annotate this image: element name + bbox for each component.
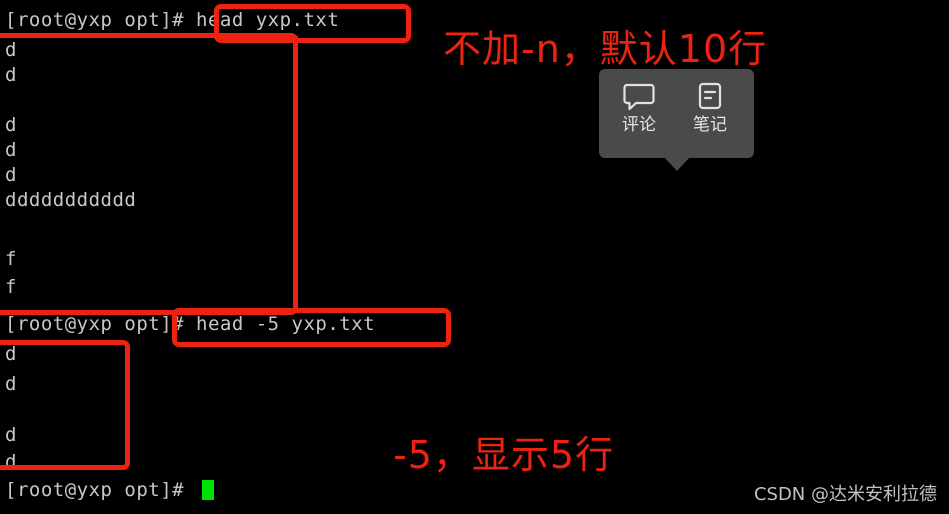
output1-line-4: d: [5, 114, 17, 136]
prompt-3: [root@yxp opt]#: [5, 479, 197, 501]
csdn-watermark: CSDN @达米安利拉德: [753, 484, 937, 505]
terminal-prompt-line-2: [root@yxp opt]# head -5 yxp.txt: [5, 312, 375, 337]
terminal-prompt-line-3: [root@yxp opt]#: [5, 478, 215, 503]
popup-comment-button[interactable]: 评论: [606, 79, 672, 135]
prompt-2: [root@yxp opt]#: [5, 313, 197, 335]
csdn-popup-toolbar[interactable]: 评论 笔记: [599, 69, 754, 171]
popup-note-label: 笔记: [693, 115, 727, 135]
output1-line-9: f: [5, 248, 17, 270]
output1-line-6: d: [5, 164, 17, 186]
terminal-cursor: [202, 480, 215, 500]
popup-note-button[interactable]: 笔记: [677, 79, 743, 135]
output1-line-2: d: [5, 64, 17, 86]
output2-line-5: d: [5, 451, 17, 473]
output2-line-4: d: [5, 424, 17, 446]
output1-line-10: f: [5, 276, 17, 298]
caption-bottom: -5，显示5行: [393, 433, 615, 477]
output1-line-5: d: [5, 139, 17, 161]
terminal-prompt-line-1: [root@yxp opt]# head yxp.txt: [5, 8, 339, 33]
output1-line-1: d: [5, 39, 17, 61]
terminal-screenshot: [root@yxp opt]# head yxp.txt [root@yxp o…: [0, 0, 949, 514]
prompt-1: [root@yxp opt]#: [5, 9, 197, 31]
command-2: head -5 yxp.txt: [196, 313, 376, 335]
caption-top: 不加-n，默认10行: [443, 27, 768, 71]
popup-comment-label: 评论: [622, 115, 656, 135]
output2-line-1: d: [5, 343, 17, 365]
popup-arrow-icon: [663, 157, 690, 171]
output1-line-7: ddddddddddd: [5, 189, 137, 211]
speech-bubble-icon: [606, 79, 672, 113]
document-lines-icon: [677, 79, 743, 113]
command-1: head yxp.txt: [196, 9, 340, 31]
output2-line-2: d: [5, 373, 17, 395]
